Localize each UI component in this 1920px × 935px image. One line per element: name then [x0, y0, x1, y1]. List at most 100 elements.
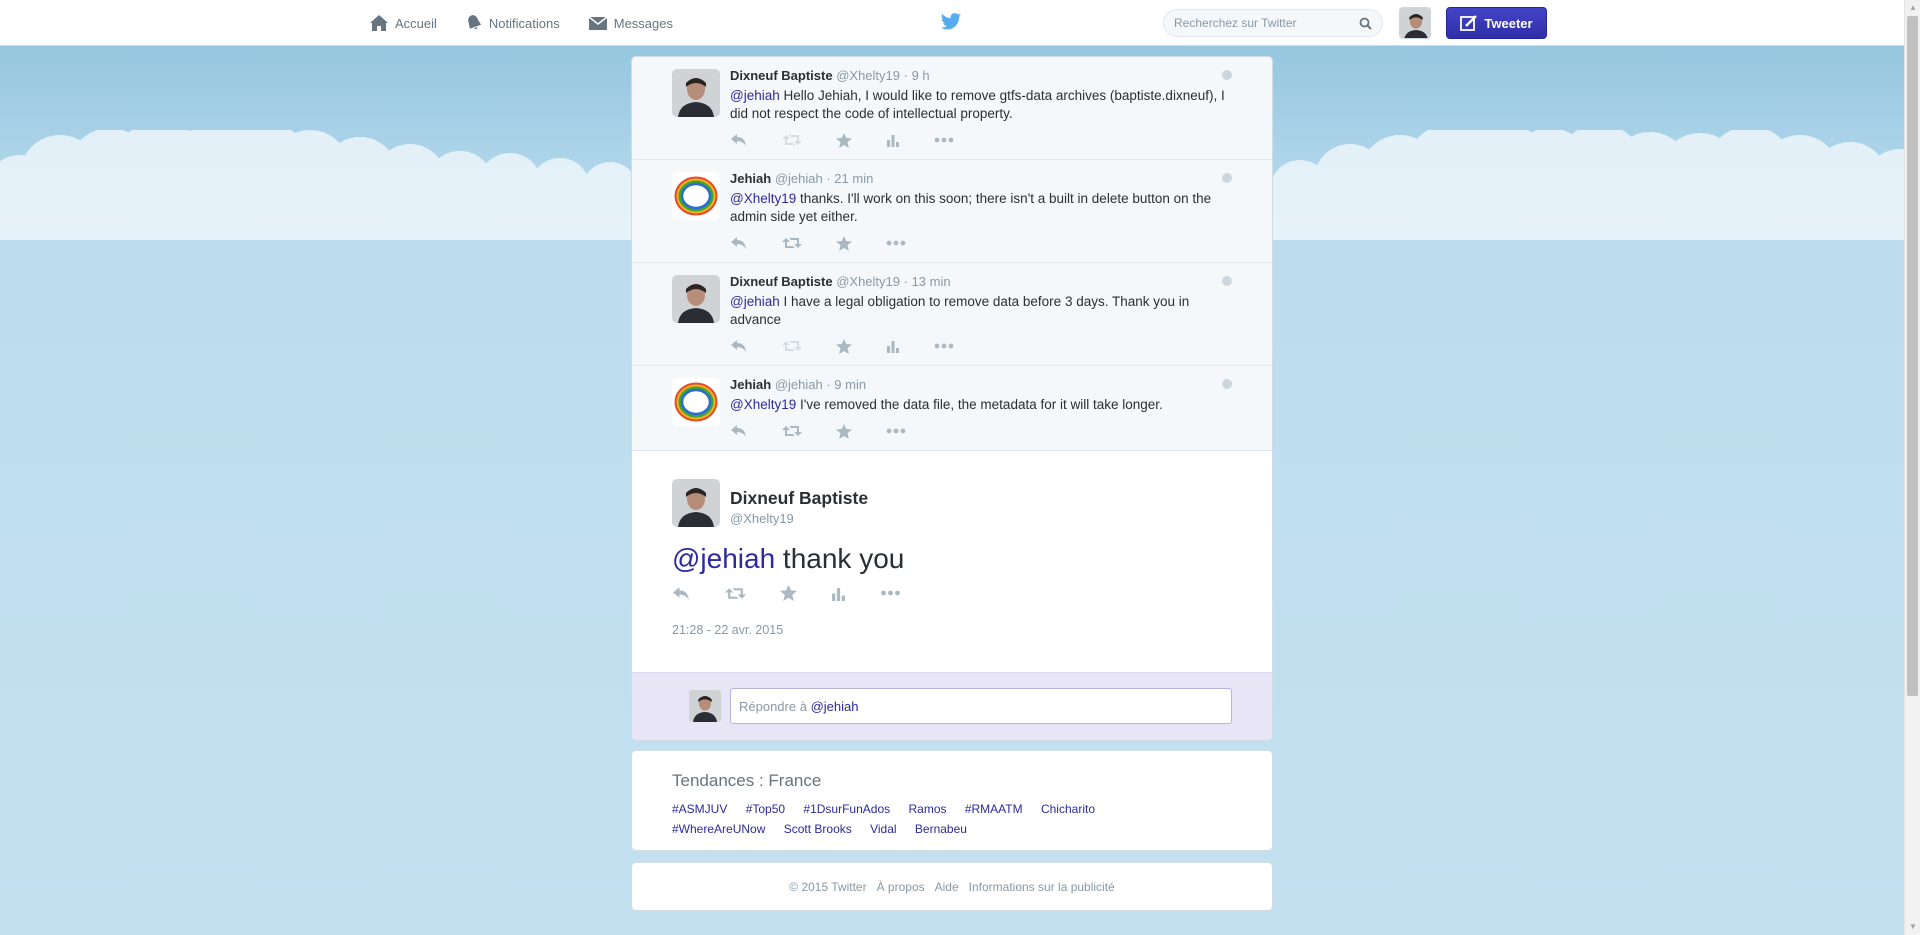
conversation-tweet[interactable]: Jehiah @jehiah · 21 min @Xhelty19 thanks… [632, 160, 1272, 263]
tweet-mention[interactable]: @Xhelty19 [730, 191, 796, 206]
more-icon[interactable] [880, 590, 901, 596]
trend-item[interactable]: #1DsurFunAdos [803, 802, 890, 816]
trend-item[interactable]: #RMAATM [965, 802, 1023, 816]
retweet-icon[interactable] [725, 586, 746, 601]
footer-copyright: © 2015 Twitter [789, 879, 867, 894]
tweet-body: Hello Jehiah, I would like to remove gtf… [730, 88, 1225, 121]
reply-icon[interactable] [730, 133, 748, 147]
conversation-tweet[interactable]: Dixneuf Baptiste @Xhelty19 · 13 min @jeh… [632, 263, 1272, 366]
search-icon[interactable] [1359, 17, 1372, 30]
trend-item[interactable]: Vidal [870, 822, 896, 836]
conversation-tweet[interactable]: Dixneuf Baptiste @Xhelty19 · 9 h @jehiah… [632, 57, 1272, 160]
user-avatar[interactable] [672, 69, 720, 117]
tweet-body: I have a legal obligation to remove data… [730, 294, 1190, 327]
scroll-up-arrow-icon[interactable]: ▲ [1905, 0, 1920, 16]
page-scrollbar[interactable]: ▲ ▼ [1904, 0, 1920, 935]
tweet-text: @jehiah thank you [672, 543, 904, 575]
search-box[interactable] [1163, 9, 1383, 37]
trend-item[interactable]: Bernabeu [915, 822, 967, 836]
reply-icon[interactable] [730, 236, 748, 250]
reply-icon[interactable] [730, 339, 748, 353]
tweet-text: @jehiah I have a legal obligation to rem… [730, 293, 1232, 329]
twitter-bird-logo[interactable] [940, 12, 962, 32]
more-icon[interactable] [886, 240, 906, 246]
analytics-icon[interactable] [886, 339, 900, 353]
tweet-header: Jehiah @jehiah · 21 min [730, 171, 874, 186]
reply-input[interactable]: Répondre à @jehiah [730, 688, 1232, 724]
reply-icon[interactable] [730, 424, 748, 438]
close-icon[interactable] [1222, 70, 1232, 80]
tweet-author-handle[interactable]: @Xhelty19 [730, 511, 794, 526]
tweet-header: Dixneuf Baptiste @Xhelty19 · 9 h [730, 68, 930, 83]
tweet-author-name[interactable]: Dixneuf Baptiste [730, 274, 833, 289]
trends-module: Tendances : France #ASMJUV #Top50 #1Dsur… [631, 750, 1273, 851]
tweet-author-handle[interactable]: @Xhelty19 [836, 68, 900, 83]
footer-about-link[interactable]: À propos [877, 880, 925, 894]
tweet-timestamp[interactable]: 21 min [834, 171, 873, 186]
tweet-mention[interactable]: @jehiah [730, 88, 780, 103]
reply-mention: @jehiah [810, 699, 859, 714]
retweet-icon[interactable] [782, 424, 802, 438]
compose-tweet-label: Tweeter [1484, 15, 1533, 31]
tweet-timestamp[interactable]: 9 h [912, 68, 930, 83]
favorite-icon[interactable] [836, 338, 852, 354]
tweet-author-handle[interactable]: @jehiah [775, 377, 823, 392]
footer-ads-link[interactable]: Informations sur la publicité [969, 880, 1115, 894]
tweet-timestamp[interactable]: 9 min [834, 377, 866, 392]
close-icon[interactable] [1222, 276, 1232, 286]
retweet-icon[interactable] [782, 133, 802, 147]
trend-item[interactable]: Scott Brooks [784, 822, 852, 836]
tweet-author-name[interactable]: Dixneuf Baptiste [730, 68, 833, 83]
analytics-icon[interactable] [831, 586, 846, 601]
tweet-mention[interactable]: @jehiah [730, 294, 780, 309]
user-avatar[interactable] [672, 479, 720, 527]
trend-item[interactable]: Chicharito [1041, 802, 1095, 816]
close-icon[interactable] [1222, 379, 1232, 389]
reply-icon[interactable] [672, 586, 691, 601]
nav-home[interactable]: Accueil [369, 14, 437, 32]
tweet-timestamp[interactable]: 13 min [912, 274, 951, 289]
tweet-author-name[interactable]: Jehiah [730, 377, 771, 392]
trend-item[interactable]: #WhereAreUNow [672, 822, 765, 836]
favorite-icon[interactable] [780, 585, 797, 601]
tweet-actions [672, 585, 935, 601]
compose-tweet-button[interactable]: Tweeter [1446, 7, 1547, 39]
scroll-down-arrow-icon[interactable]: ▼ [1905, 919, 1920, 935]
search-input[interactable] [1174, 16, 1359, 30]
tweet-mention[interactable]: @Xhelty19 [730, 397, 796, 412]
trend-item[interactable]: #Top50 [746, 802, 785, 816]
trend-item[interactable]: Ramos [908, 802, 946, 816]
more-icon[interactable] [934, 343, 954, 349]
scrollbar-thumb[interactable] [1907, 16, 1918, 696]
retweet-icon[interactable] [782, 236, 802, 250]
analytics-icon[interactable] [886, 133, 900, 147]
tweet-author-handle[interactable]: @jehiah [775, 171, 823, 186]
user-avatar[interactable] [672, 275, 720, 323]
nav-messages-label: Messages [613, 15, 673, 31]
trend-item[interactable]: #ASMJUV [672, 802, 727, 816]
tweet-author-name[interactable]: Jehiah [730, 171, 771, 186]
permalink-tweet: Dixneuf Baptiste @Xhelty19 @jehiah thank… [632, 451, 1272, 672]
footer-help-link[interactable]: Aide [935, 880, 959, 894]
favorite-icon[interactable] [836, 235, 852, 251]
tweet-date[interactable]: 21:28 - 22 avr. 2015 [672, 623, 783, 637]
tweet-actions [730, 414, 1232, 448]
close-icon[interactable] [1222, 173, 1232, 183]
more-icon[interactable] [934, 137, 954, 143]
favorite-icon[interactable] [836, 132, 852, 148]
nav-messages[interactable]: Messages [588, 15, 673, 31]
trend-list: #ASMJUV #Top50 #1DsurFunAdos Ramos #RMAA… [672, 799, 1142, 839]
user-avatar[interactable] [672, 378, 720, 426]
retweet-icon[interactable] [782, 339, 802, 353]
account-avatar[interactable] [1399, 7, 1431, 39]
conversation-tweet[interactable]: Jehiah @jehiah · 9 min @Xhelty19 I've re… [632, 366, 1272, 451]
tweet-mention[interactable]: @jehiah [672, 543, 775, 574]
tweet-author-handle[interactable]: @Xhelty19 [836, 274, 900, 289]
tweet-header: Dixneuf Baptiste @Xhelty19 · 13 min [730, 274, 951, 289]
user-avatar[interactable] [672, 172, 720, 220]
tweet-body: thank you [775, 543, 905, 574]
tweet-author-name[interactable]: Dixneuf Baptiste [730, 488, 868, 509]
favorite-icon[interactable] [836, 423, 852, 439]
more-icon[interactable] [886, 428, 906, 434]
nav-notifications[interactable]: Notifications [465, 14, 560, 32]
